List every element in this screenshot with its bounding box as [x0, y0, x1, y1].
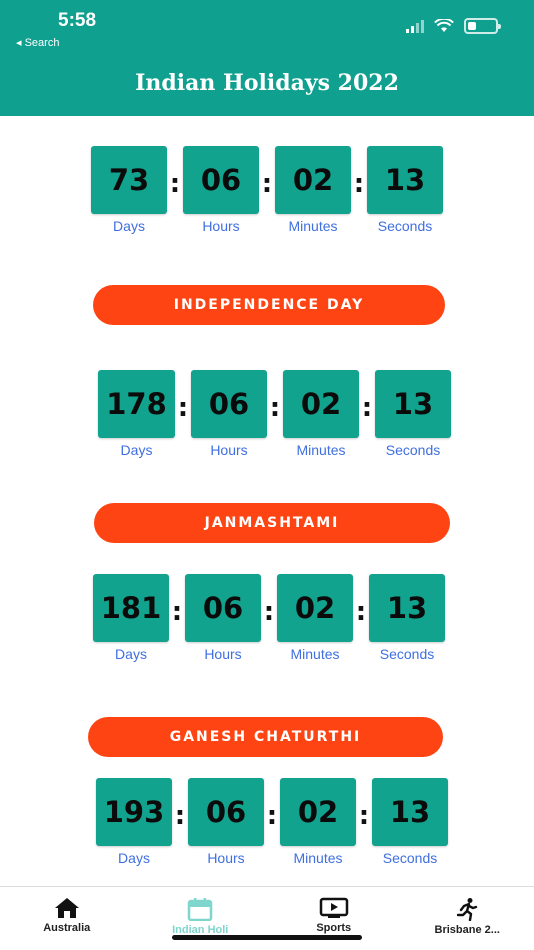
tv-icon [319, 897, 348, 918]
hours-value: 06 [188, 778, 264, 846]
days-value: 193 [96, 778, 172, 846]
seconds-unit: 13 Seconds [369, 574, 445, 662]
days-unit: 181 Days [93, 574, 169, 662]
hours-unit: 06 Hours [191, 370, 267, 458]
countdown-timer: 73 Days : 06 Hours : 02 Minutes : 13 Sec… [91, 146, 443, 234]
days-unit: 193 Days [96, 778, 172, 866]
days-value: 178 [98, 370, 175, 438]
back-to-search-link[interactable]: ◂ Search [16, 36, 59, 49]
days-label: Days [120, 442, 153, 458]
days-value: 73 [91, 146, 167, 214]
minutes-label: Minutes [293, 850, 343, 866]
tab-brisbane[interactable]: Brisbane 2... [401, 887, 534, 950]
hours-value: 06 [191, 370, 267, 438]
days-label: Days [118, 850, 150, 866]
separator-colon: : [361, 393, 373, 423]
separator-colon: : [261, 169, 273, 199]
separator-colon: : [174, 801, 186, 831]
separator-colon: : [169, 169, 181, 199]
separator-colon: : [263, 597, 275, 627]
hours-unit: 06 Hours [188, 778, 264, 866]
countdown-timer: 181 Days : 06 Hours : 02 Minutes : 13 Se… [93, 574, 445, 662]
holiday-title-button[interactable]: INDEPENDENCE DAY [93, 285, 445, 325]
separator-colon: : [353, 169, 365, 199]
holiday-title-button[interactable]: GANESH CHATURTHI [88, 717, 443, 757]
minutes-unit: 02 Minutes [275, 146, 351, 234]
minutes-value: 02 [283, 370, 359, 438]
separator-colon: : [355, 597, 367, 627]
tab-label: Sports [316, 922, 352, 934]
minutes-unit: 02 Minutes [283, 370, 359, 458]
calendar-icon [188, 898, 213, 921]
wifi-icon [434, 19, 454, 32]
seconds-label: Seconds [379, 646, 435, 662]
seconds-unit: 13 Seconds [375, 370, 451, 458]
page-title: Indian Holidays 2022 [135, 70, 399, 96]
tab-indian-holidays[interactable]: Indian Holi [134, 887, 268, 950]
hours-value: 06 [183, 146, 259, 214]
separator-colon: : [177, 393, 189, 423]
home-icon [54, 898, 79, 918]
tab-sports[interactable]: Sports [267, 887, 401, 950]
days-unit: 178 Days [98, 370, 175, 458]
separator-colon: : [266, 801, 278, 831]
seconds-value: 13 [375, 370, 451, 438]
seconds-label: Seconds [385, 442, 441, 458]
seconds-label: Seconds [382, 850, 438, 866]
minutes-unit: 02 Minutes [277, 574, 353, 662]
hours-label: Hours [210, 442, 248, 458]
hours-label: Hours [204, 646, 242, 662]
days-label: Days [113, 218, 145, 234]
minutes-label: Minutes [296, 442, 346, 458]
separator-colon: : [171, 597, 183, 627]
minutes-value: 02 [277, 574, 353, 642]
app-header: 5:58 ◂ Search Indian Holidays 2022 [0, 0, 534, 116]
hours-label: Hours [202, 218, 240, 234]
cellular-signal-icon [406, 19, 424, 33]
seconds-value: 13 [367, 146, 443, 214]
days-unit: 73 Days [91, 146, 167, 234]
seconds-label: Seconds [377, 218, 433, 234]
minutes-value: 02 [275, 146, 351, 214]
minutes-label: Minutes [290, 646, 340, 662]
hours-unit: 06 Hours [183, 146, 259, 234]
minutes-unit: 02 Minutes [280, 778, 356, 866]
seconds-unit: 13 Seconds [372, 778, 448, 866]
seconds-value: 13 [372, 778, 448, 846]
tab-label: Brisbane 2... [434, 924, 500, 936]
separator-colon: : [269, 393, 281, 423]
bottom-tab-bar: Australia Indian Holi Sports Brisbane 2.… [0, 886, 534, 950]
hours-unit: 06 Hours [185, 574, 261, 662]
days-value: 181 [93, 574, 169, 642]
minutes-value: 02 [280, 778, 356, 846]
battery-icon [464, 18, 501, 34]
seconds-value: 13 [369, 574, 445, 642]
days-label: Days [115, 646, 147, 662]
hours-label: Hours [207, 850, 245, 866]
home-indicator[interactable] [172, 935, 362, 940]
seconds-unit: 13 Seconds [367, 146, 443, 234]
countdown-timer: 178 Days : 06 Hours : 02 Minutes : 13 Se… [98, 370, 451, 458]
minutes-label: Minutes [288, 218, 338, 234]
status-icons [406, 18, 501, 34]
tab-australia[interactable]: Australia [0, 887, 134, 950]
tab-label: Australia [43, 922, 91, 934]
status-time: 5:58 [58, 10, 97, 31]
hours-value: 06 [185, 574, 261, 642]
separator-colon: : [358, 801, 370, 831]
runner-icon [457, 898, 478, 921]
countdown-timer: 193 Days : 06 Hours : 02 Minutes : 13 Se… [96, 778, 448, 866]
holiday-title-button[interactable]: JANMASHTAMI [94, 503, 450, 543]
